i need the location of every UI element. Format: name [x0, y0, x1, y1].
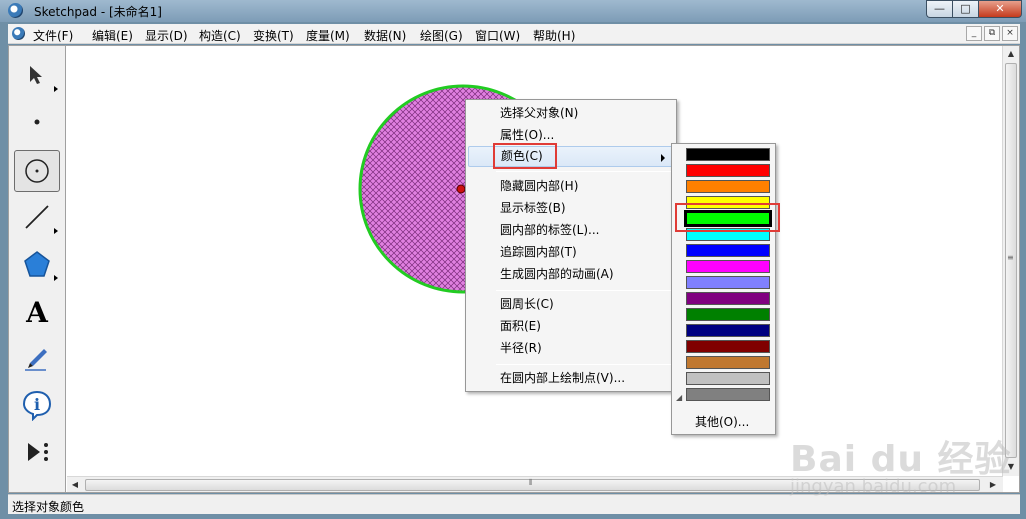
doc-restore-button[interactable]: ⧉: [984, 26, 1000, 41]
highlight-box-green-swatch: [675, 203, 780, 232]
scroll-left-arrow-icon[interactable]: ◀: [67, 477, 83, 493]
marker-pen-icon: [25, 349, 47, 371]
menu-window[interactable]: 窗口(W): [475, 27, 520, 44]
color-submenu: 其他(O)... ◢: [671, 143, 776, 435]
marker-tool[interactable]: [14, 337, 60, 379]
arrow-tool[interactable]: [14, 54, 60, 96]
status-text: 选择对象颜色: [12, 500, 85, 514]
color-swatch[interactable]: [686, 356, 770, 369]
status-bar: 选择对象颜色: [8, 494, 1020, 514]
menu-item-select-parents[interactable]: 选择父对象(N): [468, 103, 674, 124]
menu-item-plot-point-on-interior[interactable]: 在圆内部上绘制点(V)...: [468, 368, 674, 389]
sketchpad-app-icon[interactable]: [8, 3, 23, 18]
menu-edit[interactable]: 编辑(E): [92, 27, 133, 44]
color-swatch[interactable]: [686, 340, 770, 353]
menu-item-interior-label[interactable]: 圆内部的标签(L)...: [468, 220, 674, 241]
color-swatch[interactable]: [686, 292, 770, 305]
other-color-item[interactable]: 其他(O)...: [695, 413, 749, 430]
tool-submenu-indicator: [54, 228, 58, 234]
polygon-icon: [24, 251, 50, 277]
color-swatch[interactable]: [686, 164, 770, 177]
circle-center-point[interactable]: [456, 184, 466, 194]
document-window-controls: _ ⧉ ×: [966, 26, 1018, 41]
document-icon[interactable]: [12, 27, 25, 40]
menu-item-show-label[interactable]: 显示标签(B): [468, 198, 674, 219]
close-button[interactable]: ✕: [978, 0, 1022, 18]
arrow-icon: [30, 66, 42, 84]
text-tool[interactable]: A: [14, 291, 60, 333]
line-segment-icon: [25, 205, 49, 229]
menu-separator: [496, 364, 672, 365]
point-tool[interactable]: [14, 101, 60, 143]
menu-item-circumference[interactable]: 圆周长(C): [468, 294, 674, 315]
polygon-tool[interactable]: [14, 243, 60, 285]
color-swatch[interactable]: [686, 308, 770, 321]
vertical-scrollbar[interactable]: ▲ ≡ ▼: [1002, 46, 1019, 476]
doc-close-button[interactable]: ×: [1002, 26, 1018, 41]
custom-tool-icon: [28, 443, 48, 461]
color-swatch[interactable]: [686, 276, 770, 289]
straightedge-tool[interactable]: [14, 196, 60, 238]
menu-item-animate-interior[interactable]: 生成圆内部的动画(A): [468, 264, 674, 285]
menu-bar: 文件(F) 编辑(E) 显示(D) 构造(C) 变换(T) 度量(M) 数据(N…: [8, 24, 1020, 44]
grip-icon: ⦀: [529, 478, 533, 487]
menu-data[interactable]: 数据(N): [364, 27, 406, 44]
menu-help[interactable]: 帮助(H): [533, 27, 575, 44]
menu-transform[interactable]: 变换(T): [253, 27, 294, 44]
color-swatch[interactable]: [686, 388, 770, 401]
menu-item-area[interactable]: 面积(E): [468, 316, 674, 337]
resize-grip-icon: ◢: [676, 393, 683, 402]
minimize-button[interactable]: —: [926, 0, 952, 18]
circle-icon: [25, 159, 49, 183]
compass-tool[interactable]: [14, 150, 60, 192]
scroll-up-arrow-icon[interactable]: ▲: [1003, 46, 1019, 62]
watermark-url: jingyan.baidu.com: [790, 476, 957, 497]
highlight-box-color-item: [493, 143, 557, 169]
color-swatch[interactable]: [686, 324, 770, 337]
window-controls: — □ ✕: [926, 0, 1022, 18]
color-swatch[interactable]: [686, 180, 770, 193]
tool-submenu-indicator: [54, 275, 58, 281]
tool-submenu-indicator: [54, 86, 58, 92]
maximize-button[interactable]: □: [952, 0, 978, 18]
watermark-logo: Bai du 经验: [790, 439, 1012, 480]
information-icon: i: [22, 390, 52, 421]
color-swatch[interactable]: [686, 244, 770, 257]
submenu-arrow-icon: [661, 154, 665, 162]
menu-file[interactable]: 文件(F): [33, 27, 73, 44]
menu-separator: [496, 171, 672, 172]
custom-tool[interactable]: [14, 431, 60, 473]
doc-minimize-button[interactable]: _: [966, 26, 982, 41]
text-a-icon: A: [26, 295, 48, 329]
information-tool[interactable]: i: [14, 384, 60, 426]
menu-item-radius[interactable]: 半径(R): [468, 338, 674, 359]
menu-item-hide-interior[interactable]: 隐藏圆内部(H): [468, 176, 674, 197]
point-icon: [34, 119, 40, 125]
menu-measure[interactable]: 度量(M): [306, 27, 350, 44]
grip-icon: ≡: [1007, 253, 1014, 262]
window-title: Sketchpad - [未命名1]: [34, 5, 162, 19]
color-swatch[interactable]: [686, 372, 770, 385]
menu-graph[interactable]: 绘图(G): [420, 27, 463, 44]
toolbox: A i: [9, 46, 66, 492]
color-swatch[interactable]: [686, 260, 770, 273]
svg-text:i: i: [34, 395, 40, 414]
menu-item-trace-interior[interactable]: 追踪圆内部(T): [468, 242, 674, 263]
menu-construct[interactable]: 构造(C): [199, 27, 241, 44]
menu-display[interactable]: 显示(D): [145, 27, 188, 44]
menu-separator: [496, 290, 672, 291]
color-swatch[interactable]: [686, 148, 770, 161]
title-bar: Sketchpad - [未命名1] — □ ✕: [0, 0, 1026, 22]
